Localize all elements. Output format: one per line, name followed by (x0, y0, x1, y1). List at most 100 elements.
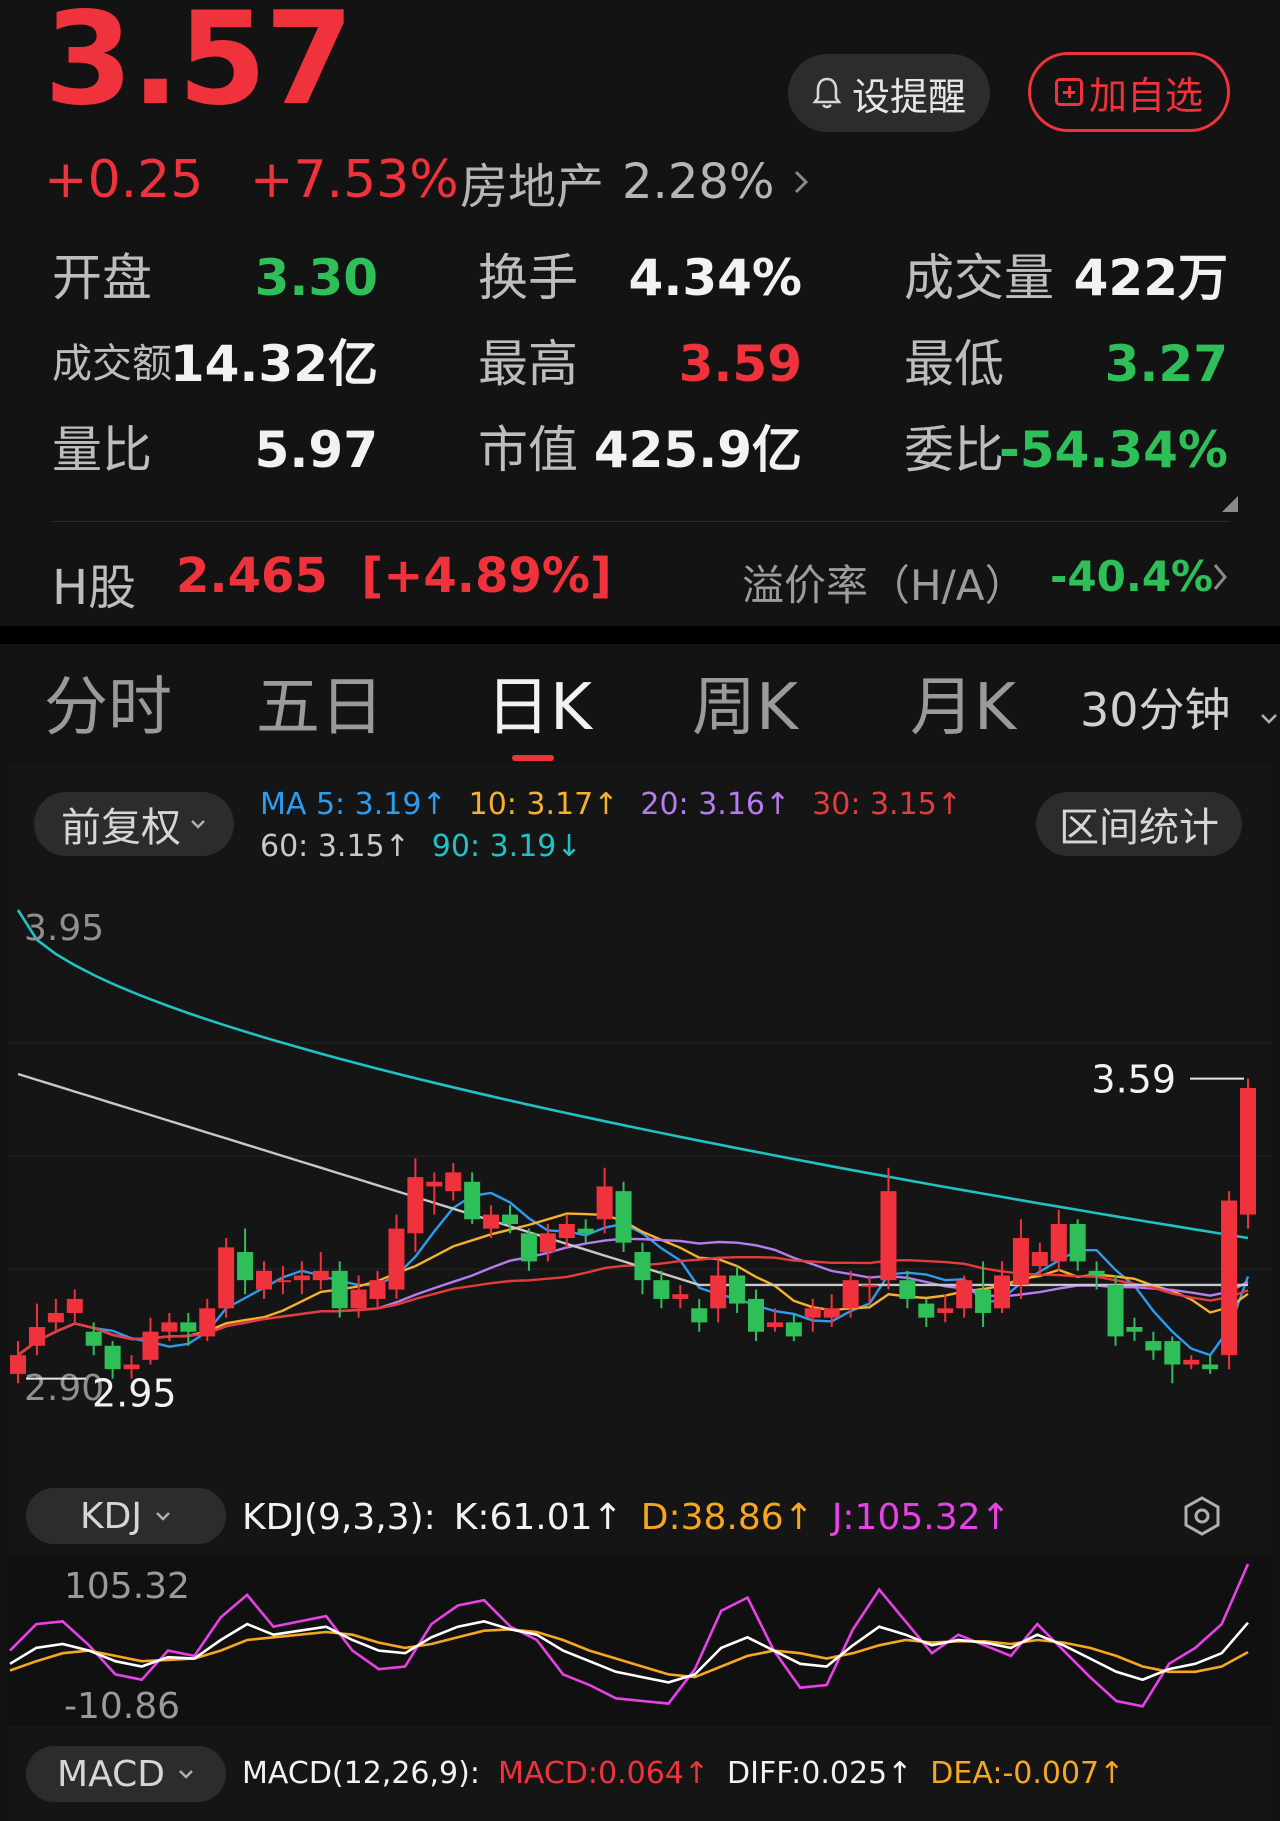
candle-body (161, 1322, 178, 1332)
tab-more-periods[interactable]: 30分钟 (1080, 680, 1279, 740)
ma-legend-item: 60: 3.15↑ (260, 829, 410, 864)
ma-legend-item: 90: 3.19↓ (431, 829, 582, 864)
high-marker-label: 3.59 (1091, 1058, 1176, 1102)
plus-square-icon (1054, 78, 1083, 106)
candle-body (766, 1322, 783, 1328)
ma-legend-item: 10: 3.17↑ (468, 787, 619, 822)
kdj-chart[interactable]: 105.32 -10.86 (0, 1556, 1280, 1726)
y-axis-max-label: 3.95 (24, 908, 104, 949)
candle-body (653, 1280, 670, 1299)
candle-body (994, 1275, 1010, 1309)
stat-value: 3.59 (678, 335, 802, 393)
expand-corner-icon[interactable] (1222, 496, 1238, 512)
tab-weekly-k[interactable]: 周K (692, 668, 798, 748)
price-change: +0.25 (44, 150, 204, 210)
stat-value: -54.34% (998, 421, 1228, 479)
low-marker-label: 2.95 (92, 1372, 177, 1416)
candle-body (1107, 1284, 1124, 1337)
candle-body (66, 1298, 83, 1313)
candle-body (558, 1223, 575, 1238)
chevron-down-icon (156, 1512, 170, 1521)
candle-body (1164, 1341, 1181, 1365)
range-stats-button[interactable]: 区间统计 (1036, 792, 1242, 856)
sector-link[interactable]: 房地产 2.28% (460, 150, 811, 215)
stat-value: 422万 (1073, 249, 1228, 307)
candle-body (502, 1214, 518, 1224)
last-price: 3.57 (44, 0, 354, 134)
candle-body (880, 1191, 897, 1281)
macd-values: MACD(12,26,9): MACD:0.064↑ DIFF:0.025↑ DEA:… (242, 1750, 1142, 1798)
stat-label: 成交额 (52, 341, 172, 387)
candle-body (1050, 1223, 1067, 1262)
tab-five-day[interactable]: 五日 (256, 668, 384, 748)
candle-body (274, 1280, 291, 1283)
candle-body (85, 1331, 102, 1346)
add-watchlist-button[interactable]: 加自选 (1028, 52, 1230, 132)
candle-body (672, 1294, 689, 1299)
sector-pct: 2.28% (622, 154, 775, 210)
candle-body (842, 1280, 859, 1309)
candle-body (123, 1364, 140, 1370)
candle-body (1221, 1200, 1238, 1356)
set-alert-label: 设提醒 (851, 74, 966, 119)
premium-value[interactable]: -40.4% (1050, 552, 1213, 601)
chevron-right-icon[interactable] (1210, 560, 1230, 594)
candle-body (937, 1308, 954, 1313)
chevron-down-icon (1261, 714, 1278, 724)
candle-body (445, 1172, 462, 1192)
candle-body (426, 1181, 443, 1187)
candle-body (748, 1298, 764, 1332)
macd-selector[interactable]: MACD (26, 1746, 226, 1802)
chevron-right-icon (794, 170, 808, 194)
section-separator (0, 626, 1280, 644)
range-stats-label: 区间统计 (1059, 805, 1219, 851)
candle-body (407, 1177, 424, 1234)
candle-body (331, 1270, 348, 1309)
stat-value: 3.27 (1104, 335, 1228, 393)
candle-body (180, 1322, 197, 1332)
tab-intraday[interactable]: 分时 (44, 668, 172, 748)
candle-body (1126, 1327, 1143, 1332)
set-alert-button[interactable]: 设提醒 (788, 54, 990, 132)
stat-label: 量比 (52, 421, 152, 479)
ma-legend-item: 30: 3.15↑ (812, 787, 962, 822)
kdj-y-max-label: 105.32 (64, 1566, 190, 1607)
h-share-label: H股 (52, 560, 137, 616)
candlestick-chart[interactable]: 3.952.903.592.95 (0, 880, 1280, 1440)
tab-more-label: 30分钟 (1080, 683, 1231, 737)
candle-body (539, 1233, 556, 1253)
stat-value: 425.9亿 (593, 421, 802, 479)
hexagon-settings-icon[interactable] (1180, 1494, 1224, 1538)
macd-selector-label: MACD (57, 1753, 165, 1795)
ma90-line (16, 909, 1249, 1240)
candle-body (975, 1289, 992, 1313)
candle-body (293, 1275, 310, 1281)
tab-monthly-k[interactable]: 月K (910, 668, 1016, 748)
stat-label: 最低 (904, 335, 1004, 393)
tab-daily-k[interactable]: 日K (486, 668, 592, 748)
stat-label: 成交量 (904, 249, 1054, 307)
candle-body (256, 1270, 272, 1290)
candle-body (1069, 1223, 1086, 1262)
candle-body (1202, 1364, 1219, 1370)
chevron-down-icon (191, 820, 205, 829)
kdj-selector-label: KDJ (80, 1495, 142, 1537)
candle-body (729, 1275, 746, 1304)
price-change-pct: +7.53% (249, 150, 459, 210)
kdj-selector[interactable]: KDJ (26, 1488, 226, 1544)
candle-body (369, 1280, 386, 1299)
candle-body (1012, 1238, 1029, 1285)
premium-label[interactable]: 溢价率（H/A） (742, 552, 1026, 613)
candle-body (237, 1252, 254, 1281)
chevron-down-icon (179, 1770, 193, 1779)
stat-value: 5.97 (254, 421, 378, 479)
candle-body (483, 1214, 500, 1229)
kdj-y-min-label: -10.86 (64, 1686, 180, 1726)
macd-value: MACD:0.064↑ (497, 1756, 710, 1791)
divider (52, 521, 1230, 522)
candle-body (388, 1228, 405, 1290)
adjust-selector[interactable]: 前复权 (34, 792, 234, 856)
ma-legend-row-2: 60: 3.15↑ 90: 3.19↓ (260, 826, 984, 868)
stat-label: 委比 (904, 421, 1004, 479)
candle-body (1183, 1359, 1200, 1365)
